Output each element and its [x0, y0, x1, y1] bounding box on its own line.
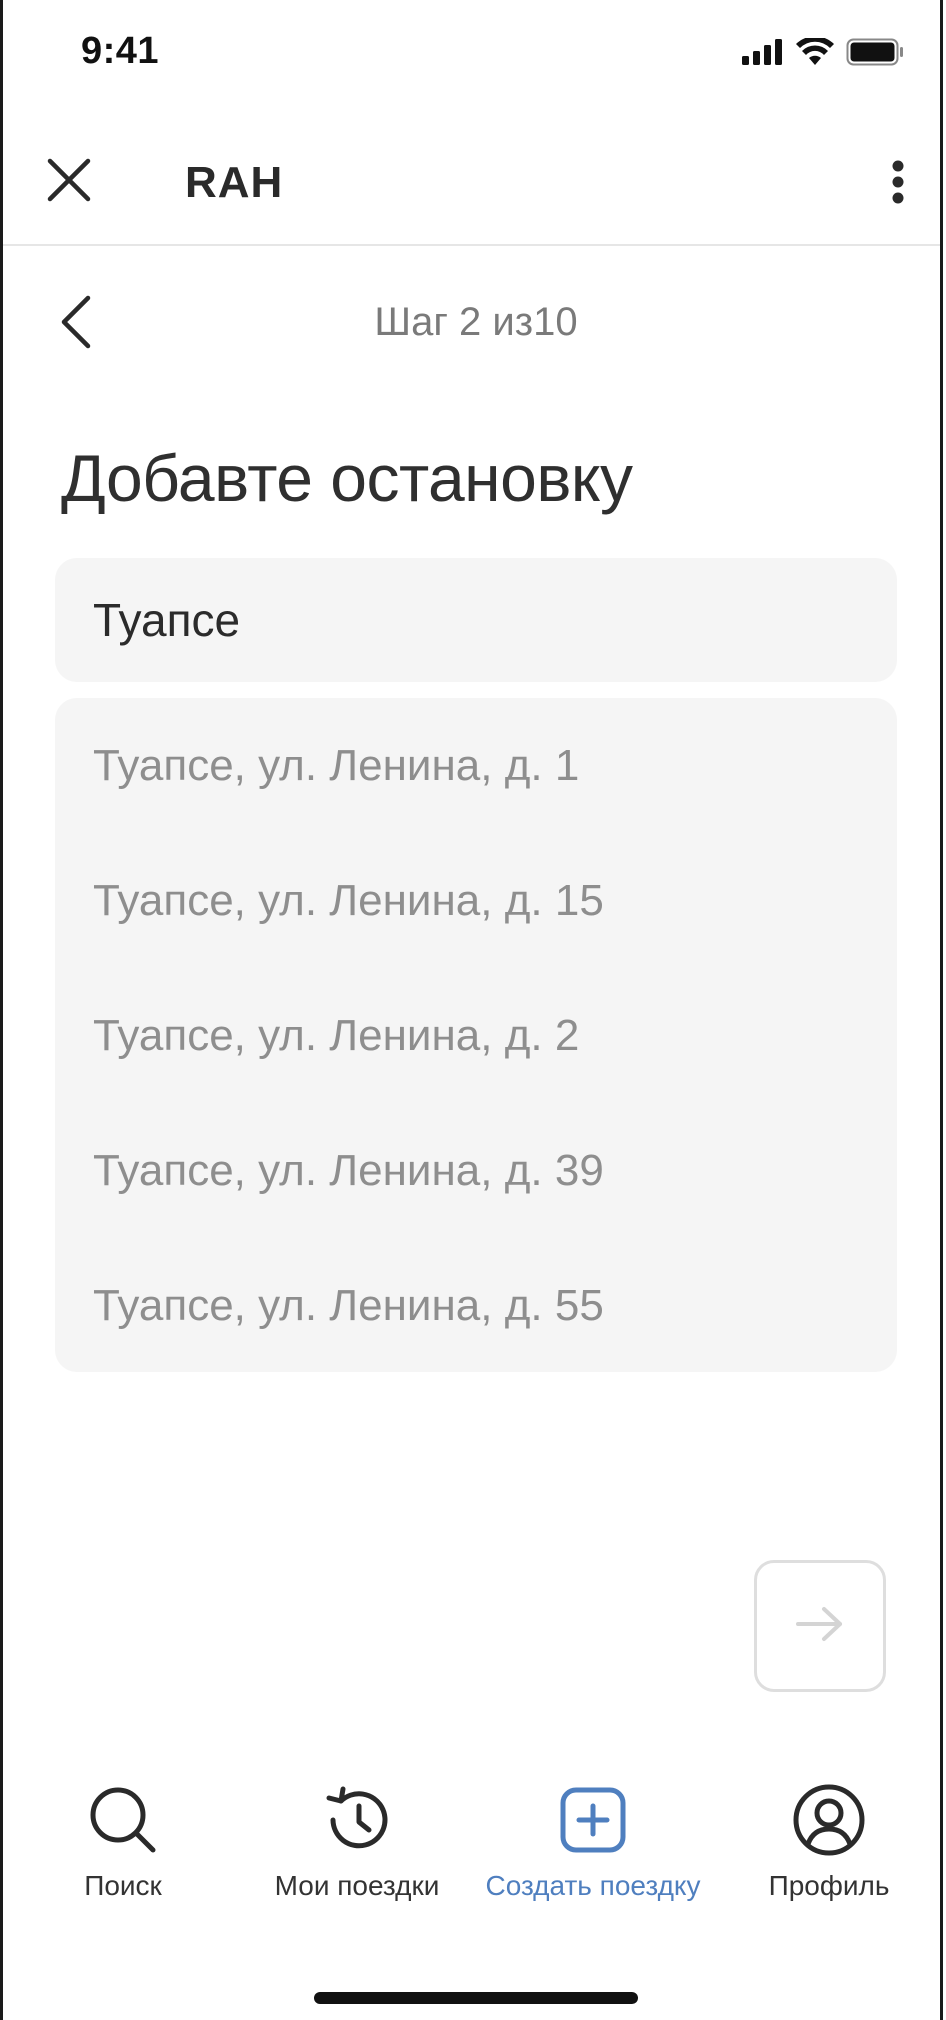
more-options-button[interactable] [876, 158, 920, 210]
suggestion-item[interactable]: Туапсе, ул. Ленина, д. 15 [55, 833, 897, 968]
app-frame: 9:41 RAH Шаг 2 из10 Добавте остановку Ту… [0, 0, 943, 2020]
signal-icon [742, 39, 784, 70]
battery-icon [846, 38, 904, 71]
nav-search[interactable]: Поиск [3, 1778, 243, 1902]
wifi-icon [796, 36, 834, 71]
nav-create-trip[interactable]: Создать поездку [473, 1778, 713, 1902]
nav-label: Поиск [84, 1870, 162, 1901]
suggestion-item[interactable]: Туапсе, ул. Ленина, д. 1 [55, 698, 897, 833]
nav-label: Создать поездку [485, 1870, 701, 1901]
search-icon [87, 1778, 159, 1862]
nav-label: Профиль [768, 1870, 890, 1901]
next-button[interactable] [754, 1560, 886, 1692]
more-vertical-icon [892, 160, 904, 209]
plus-square-icon [560, 1778, 626, 1862]
status-bar: 9:41 [3, 0, 940, 110]
close-icon [46, 157, 92, 208]
stop-search-input[interactable] [55, 558, 897, 682]
app-title: RAH [185, 158, 284, 207]
suggestion-item[interactable]: Туапсе, ул. Ленина, д. 2 [55, 968, 897, 1103]
nav-my-trips[interactable]: Мои поездки [237, 1778, 477, 1902]
arrow-right-icon [794, 1604, 846, 1649]
suggestion-item[interactable]: Туапсе, ул. Ленина, д. 39 [55, 1103, 897, 1238]
home-indicator [314, 1992, 638, 2004]
close-button[interactable] [41, 154, 97, 210]
status-icons [742, 36, 904, 71]
status-time: 9:41 [81, 30, 160, 72]
user-circle-icon [792, 1778, 866, 1862]
nav-profile[interactable]: Профиль [709, 1778, 946, 1902]
page-title: Добавте остановку [61, 441, 633, 515]
nav-label: Мои поездки [274, 1870, 440, 1901]
history-icon [321, 1778, 393, 1862]
bottom-navigation: Поиск Мои поездки Создать поездку Профил… [3, 1778, 946, 1908]
suggestion-item[interactable]: Туапсе, ул. Ленина, д. 55 [55, 1238, 897, 1373]
suggestions-list: Туапсе, ул. Ленина, д. 1 Туапсе, ул. Лен… [55, 698, 897, 1372]
app-header: RAH [3, 120, 940, 246]
step-indicator: Шаг 2 из10 [374, 300, 578, 344]
